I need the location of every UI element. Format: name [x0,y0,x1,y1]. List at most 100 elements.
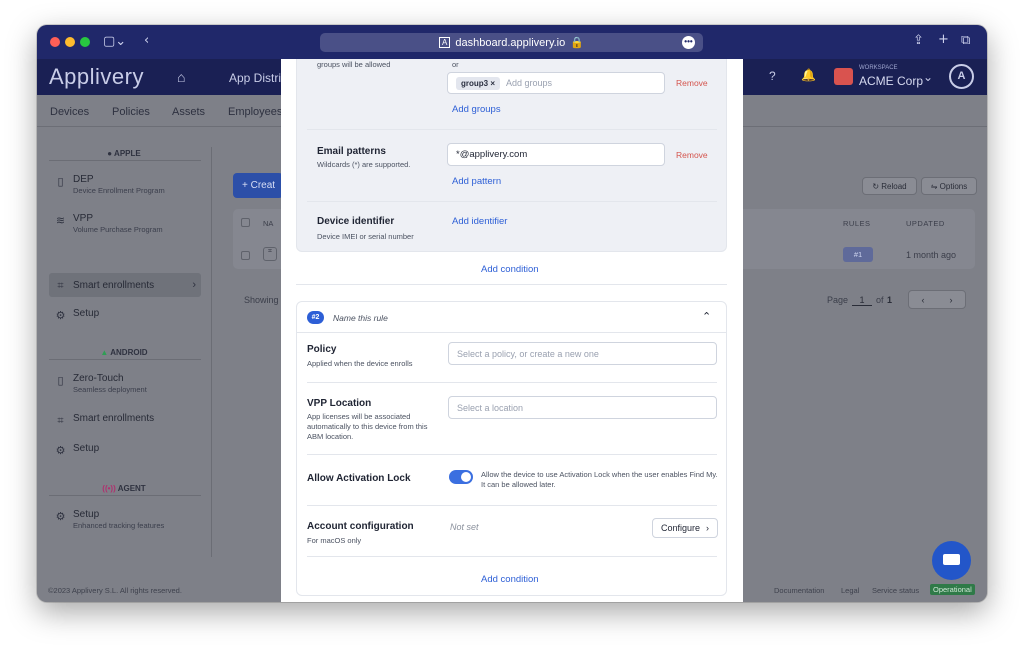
gear-icon: ⚙ [55,309,66,322]
configure-label: Configure [660,523,701,533]
footer-service-status[interactable]: Service status [872,586,919,595]
select-all-checkbox[interactable] [241,218,250,227]
chat-button[interactable] [932,541,971,580]
add-pattern-button[interactable]: Add pattern [452,176,501,187]
vpp-location-select[interactable]: Select a location [448,396,717,419]
activation-lock-label: Allow Activation Lock [307,473,411,484]
prev-page-icon[interactable]: ‹ [922,295,925,305]
add-identifier-button[interactable]: Add identifier [452,216,507,227]
lock-icon: 🔒 [570,37,584,49]
options-button[interactable]: ⇋ Options [921,177,977,195]
copyright: ©2023 Applivery S.L. All rights reserved… [48,586,182,595]
workspace-name[interactable]: ACME Corp [859,74,923,88]
sidebar-item-vpp[interactable]: ≋ VPP Volume Purchase Program [49,213,201,234]
divider [307,201,717,202]
sidebar-item-label: VPP [73,213,94,224]
sidebar-item-label: Setup [73,308,100,319]
showing-text: Showing [244,295,279,305]
user-avatar[interactable]: A [949,64,974,89]
rule-name-input[interactable]: Name this rule [333,313,388,323]
sidebar-toggle-icon[interactable]: ▢⌄ [103,34,126,49]
add-condition-button[interactable]: Add condition [481,264,539,275]
address-bar[interactable]: A dashboard.applivery.io 🔒 ••• [320,33,703,52]
groups-placeholder: Add groups [506,78,553,88]
tab-devices[interactable]: Devices [50,106,89,118]
email-hint: Wildcards (*) are supported. [317,160,411,169]
page-input[interactable]: 1 [852,295,872,306]
sidebar-item-sub: Volume Purchase Program [73,225,163,234]
collapse-icon[interactable]: ⌃ [702,310,711,323]
rule2-card: #2 Name this rule ⌃ Policy Applied when … [296,301,727,596]
groups-input[interactable]: group3 × Add groups [447,72,665,94]
sidebar-item-smart-enrollments[interactable]: ⌗ Smart enrollments › [49,273,201,297]
new-tab-icon[interactable]: + [938,32,949,47]
reload-button[interactable]: ↻ Reload [862,177,917,195]
footer-documentation[interactable]: Documentation [774,586,824,595]
add-condition-button[interactable]: Add condition [481,574,539,585]
add-groups-button[interactable]: Add groups [452,104,501,115]
bell-icon[interactable]: 🔔 [801,68,816,82]
minimize-window-button[interactable] [65,37,75,47]
divider [297,332,726,333]
policy-label: Policy [307,344,337,355]
home-icon[interactable]: ⌂ [177,69,185,85]
group-tag[interactable]: group3 × [456,76,501,90]
activation-lock-toggle[interactable] [449,470,473,484]
sidebar-item-label: Setup [73,443,100,454]
footer-legal[interactable]: Legal [841,586,859,595]
next-page-icon[interactable]: › [950,295,953,305]
sidebar-item-label: DEP [73,174,94,185]
zoom-window-button[interactable] [80,37,90,47]
tab-employees[interactable]: Employees [228,106,282,118]
sidebar-item-setup-android[interactable]: ⚙ Setup [49,443,201,457]
email-input[interactable]: *@applivery.com [447,143,665,166]
rules-badge[interactable]: #1 [843,247,873,262]
sidebar-item-label: Smart enrollments [73,279,155,291]
more-icon[interactable]: ••• [682,36,695,49]
divider [307,129,717,130]
sidebar-item-sub: Device Enrollment Program [73,186,165,195]
reload-icon: ↻ [872,181,882,191]
vpp-label: VPP Location [307,398,372,409]
email-label: Email patterns [317,146,386,157]
nav-app-distribution[interactable]: App Distrib [229,71,288,85]
sidebar-item-sub: Seamless deployment [73,385,147,394]
device-hint: Device IMEI or serial number [317,232,414,241]
sidebar-item-dep[interactable]: ▯ DEP Device Enrollment Program [49,174,201,195]
reload-label: Reload [881,181,907,191]
sidebar-item-label: Zero-Touch [73,373,124,384]
create-button[interactable]: + Creat [233,173,283,198]
workspace-avatar[interactable] [834,68,853,85]
chevron-down-icon[interactable]: ⌄ [923,70,933,84]
sidebar-item-setup-apple[interactable]: ⚙ Setup [49,308,201,322]
account-config-hint: For macOS only [307,536,362,545]
chevron-right-icon: › [706,523,710,533]
policy-select[interactable]: Select a policy, or create a new one [448,342,717,365]
sidebar-item-agent-setup[interactable]: ⚙ Setup Enhanced tracking features [49,509,201,530]
row-checkbox[interactable] [241,251,250,260]
tabs-overview-icon[interactable]: ⧉ [961,33,970,48]
tab-policies[interactable]: Policies [112,106,150,118]
chat-icon [943,554,960,565]
applivery-logo[interactable]: Applivery [49,64,144,90]
remove-groups-button[interactable]: Remove [676,78,708,88]
help-icon[interactable]: ? [769,69,776,83]
sidebar-item-android-smart-enrollments[interactable]: ⌗ Smart enrollments [49,413,201,428]
flow-icon: ⌗ [57,278,64,292]
tab-assets[interactable]: Assets [172,106,205,118]
gear-icon: ⚙ [55,510,66,523]
configure-button[interactable]: Configure › [652,518,718,538]
rule1-conditions: groups will be allowed or group3 × Add g… [296,59,727,252]
remove-email-button[interactable]: Remove [676,150,708,160]
page-total: 1 [887,295,893,305]
sidebar-item-label: Setup [73,509,100,520]
close-window-button[interactable] [50,37,60,47]
divider [49,495,201,496]
back-icon[interactable]: ‹ [144,33,149,48]
col-name: NA [263,219,274,228]
sidebar-item-sub: Enhanced tracking features [73,521,165,530]
smart-enrollment-modal: groups will be allowed or group3 × Add g… [281,59,743,602]
share-icon[interactable]: ⇪ [913,33,924,48]
sidebar-item-zero-touch[interactable]: ▯ Zero-Touch Seamless deployment [49,373,201,394]
browser-titlebar: ▢⌄ ‹ A dashboard.applivery.io 🔒 ••• ⇪ + … [37,25,987,59]
